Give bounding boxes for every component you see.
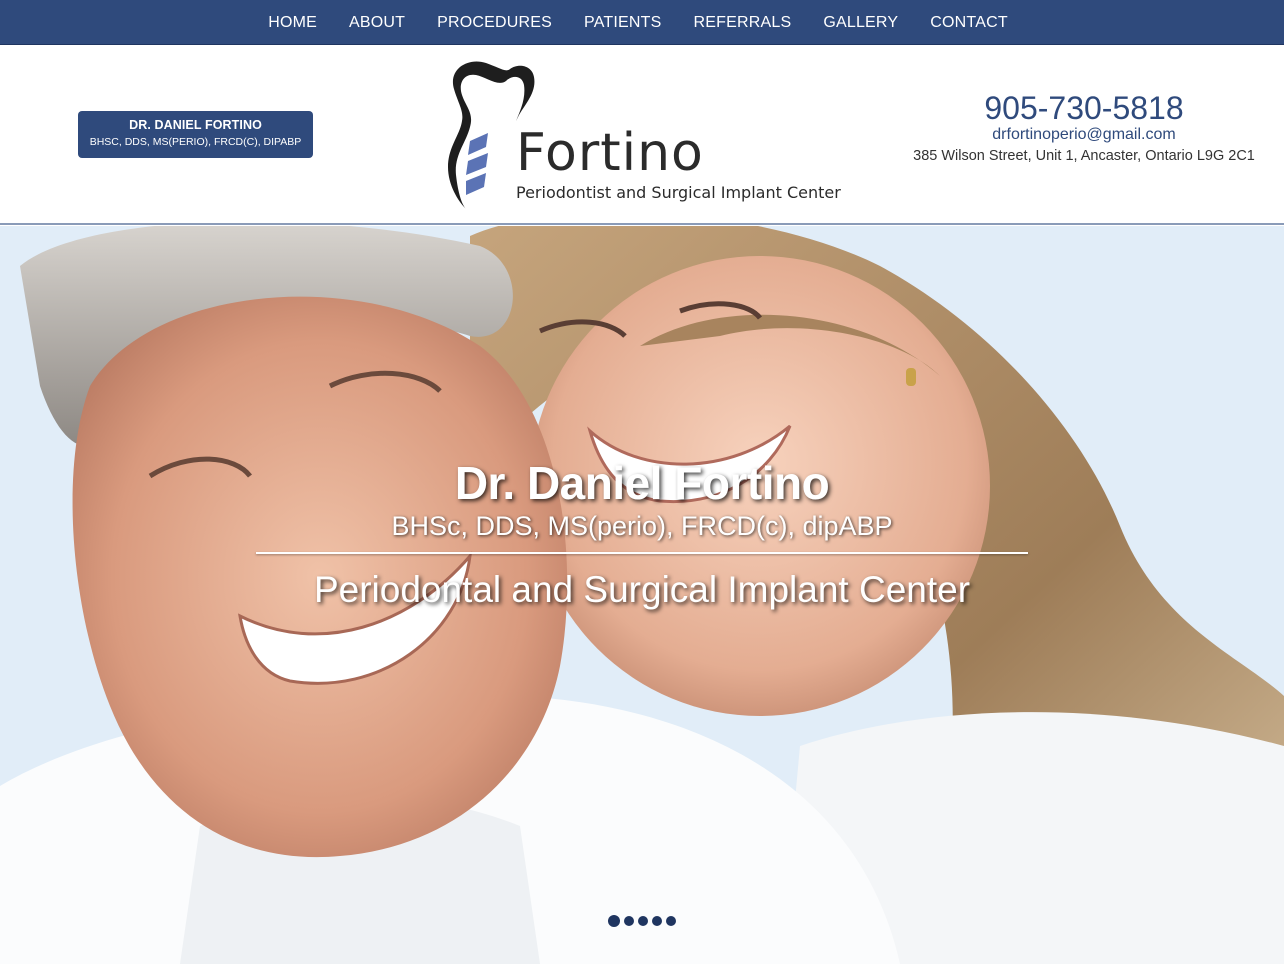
nav-item-procedures: PROCEDURES [421,0,568,45]
nav-item-home: HOME [252,0,333,45]
hero-tagline: Periodontal and Surgical Implant Center [313,569,971,610]
site-header: DR. DANIEL FORTINO BHSC, DDS, MS(PERIO),… [0,45,1284,225]
slider-dot-5[interactable] [666,916,676,926]
nav-link-procedures[interactable]: PROCEDURES [421,0,568,45]
hero-title: Dr. Daniel Fortino [454,457,830,509]
nav-link-contact[interactable]: CONTACT [914,0,1024,45]
nav-link-about[interactable]: ABOUT [333,0,421,45]
logo-tagline: Periodontist and Surgical Implant Center [516,183,841,202]
nav-link-gallery[interactable]: GALLERY [807,0,914,45]
hero-divider [256,552,1028,554]
hero-subtitle: BHSc, DDS, MS(perio), FRCD(c), dipABP [391,511,893,541]
hero-slider: Dr. Daniel Fortino BHSc, DDS, MS(perio),… [0,226,1284,964]
slider-dot-1[interactable] [608,915,620,927]
nav-item-about: ABOUT [333,0,421,45]
main-nav: HOME ABOUT PROCEDURES PATIENTS REFERRALS… [0,0,1284,45]
slider-pagination [0,915,1284,927]
slider-dot-4[interactable] [652,916,662,926]
doctor-badge-name: DR. DANIEL FORTINO [129,118,262,132]
nav-link-patients[interactable]: PATIENTS [568,0,677,45]
logo-wordmark: Fortino [516,123,704,183]
nav-item-patients: PATIENTS [568,0,677,45]
nav-item-gallery: GALLERY [807,0,914,45]
slider-dot-2[interactable] [624,916,634,926]
contact-info: 905-730-5818 drfortinoperio@gmail.com 38… [904,90,1264,164]
slider-dot-3[interactable] [638,916,648,926]
nav-list: HOME ABOUT PROCEDURES PATIENTS REFERRALS… [252,0,1024,45]
doctor-badge-credentials: BHSC, DDS, MS(PERIO), FRCD(C), DIPABP [89,136,302,148]
phone-link[interactable]: 905-730-5818 [904,90,1264,126]
address-text: 385 Wilson Street, Unit 1, Ancaster, Ont… [913,148,1255,164]
site-logo[interactable]: Fortino Periodontist and Surgical Implan… [440,55,850,215]
doctor-badge[interactable]: DR. DANIEL FORTINO BHSC, DDS, MS(PERIO),… [78,111,313,158]
nav-item-contact: CONTACT [914,0,1024,45]
nav-item-referrals: REFERRALS [678,0,808,45]
hero-caption: Dr. Daniel Fortino BHSc, DDS, MS(perio),… [0,456,1284,612]
nav-link-home[interactable]: HOME [252,0,333,45]
nav-link-referrals[interactable]: REFERRALS [678,0,808,45]
email-link[interactable]: drfortinoperio@gmail.com [904,126,1264,144]
